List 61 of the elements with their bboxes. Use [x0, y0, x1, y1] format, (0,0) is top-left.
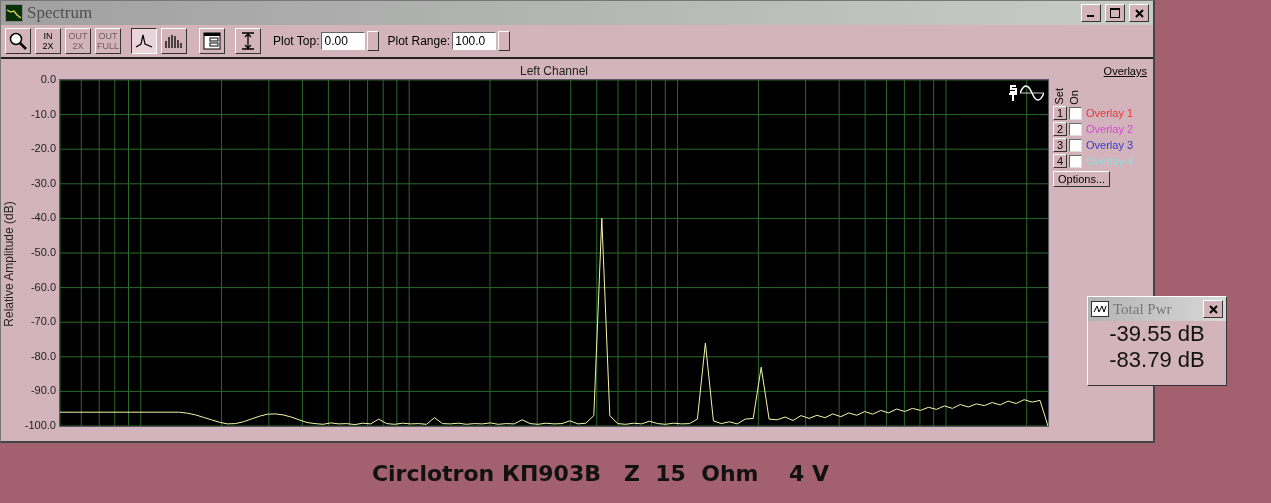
column-header: On [1068, 90, 1081, 105]
power-reading: -39.55 dB [1108, 321, 1206, 347]
y-tick-label: -40.0 [30, 210, 56, 225]
line-mode-button[interactable] [131, 28, 157, 54]
scale-button[interactable] [235, 28, 261, 54]
spinner-button[interactable] [367, 31, 380, 51]
overlay-label: Overlay 1 [1086, 107, 1134, 119]
panel-title: Total Pwr [1113, 300, 1173, 318]
field-label: Plot Range: [387, 34, 451, 48]
overlay-label: Overlay 3 [1086, 139, 1134, 151]
y-tick-label: -60.0 [30, 279, 56, 294]
set-overlay-button[interactable]: 4 [1053, 154, 1067, 168]
stereo-icon [1008, 84, 1018, 102]
overlay-label: Overlay 2 [1086, 123, 1134, 135]
overlay-label: Overlay 4 [1086, 155, 1134, 167]
window-title: Spectrum [27, 3, 94, 23]
maximize-button[interactable] [1105, 4, 1125, 22]
y-tick-label: -50.0 [30, 244, 56, 259]
number-field[interactable]: 0.00 [321, 32, 366, 50]
y-tick-label: -70.0 [30, 314, 56, 329]
y-tick-label: -10.0 [30, 106, 56, 121]
column-header: Set [1053, 88, 1066, 105]
close-icon [1134, 8, 1144, 18]
y-tick-label: -80.0 [30, 348, 56, 363]
number-field[interactable]: 100.0 [452, 32, 497, 50]
close-button[interactable] [1203, 300, 1223, 318]
overlay-checkbox[interactable] [1069, 106, 1082, 120]
close-icon [1208, 304, 1218, 314]
options-button[interactable]: Options... [1053, 171, 1111, 187]
spectrum-app-icon [5, 4, 23, 22]
sine-wave-icon [1020, 85, 1044, 101]
y-tick-label: -20.0 [30, 141, 56, 156]
settings-button[interactable] [199, 28, 225, 54]
bars-mode-button[interactable] [161, 28, 187, 54]
close-button[interactable] [1129, 4, 1149, 22]
overlay-checkbox[interactable] [1069, 154, 1082, 168]
spinner-button[interactable] [498, 31, 511, 51]
set-overlay-button[interactable]: 2 [1053, 122, 1067, 136]
caption: Circlotron КП903В Z 15 Ohm 4 V [371, 460, 830, 486]
minimize-button[interactable] [1081, 4, 1101, 22]
overlay-checkbox[interactable] [1069, 138, 1082, 152]
y-axis-label: Relative Amplitude (dB) [2, 201, 16, 327]
y-tick-label: -90.0 [30, 383, 56, 398]
panel-icon [202, 31, 222, 51]
overlay-checkbox[interactable] [1069, 122, 1082, 136]
peak-line-icon [134, 32, 154, 50]
maximize-icon [1110, 8, 1120, 18]
y-tick-label: -100.0 [24, 417, 56, 432]
overlays-title: Overlays [1103, 65, 1147, 77]
bar-graph-icon [164, 32, 184, 50]
y-tick-label: -30.0 [30, 175, 56, 190]
wave-icon [1091, 301, 1109, 317]
zoom-button[interactable] [5, 28, 31, 54]
search-icon [8, 31, 28, 51]
y-tick-label: 0.0 [40, 72, 56, 86]
zoom-in-button[interactable]: IN 2X [35, 28, 61, 54]
set-overlay-button[interactable]: 3 [1053, 138, 1067, 152]
power-reading: -83.79 dB [1108, 347, 1206, 373]
field-label: Plot Top: [273, 34, 320, 48]
chart-title: Left Channel [518, 65, 590, 79]
set-overlay-button[interactable]: 1 [1053, 106, 1067, 120]
